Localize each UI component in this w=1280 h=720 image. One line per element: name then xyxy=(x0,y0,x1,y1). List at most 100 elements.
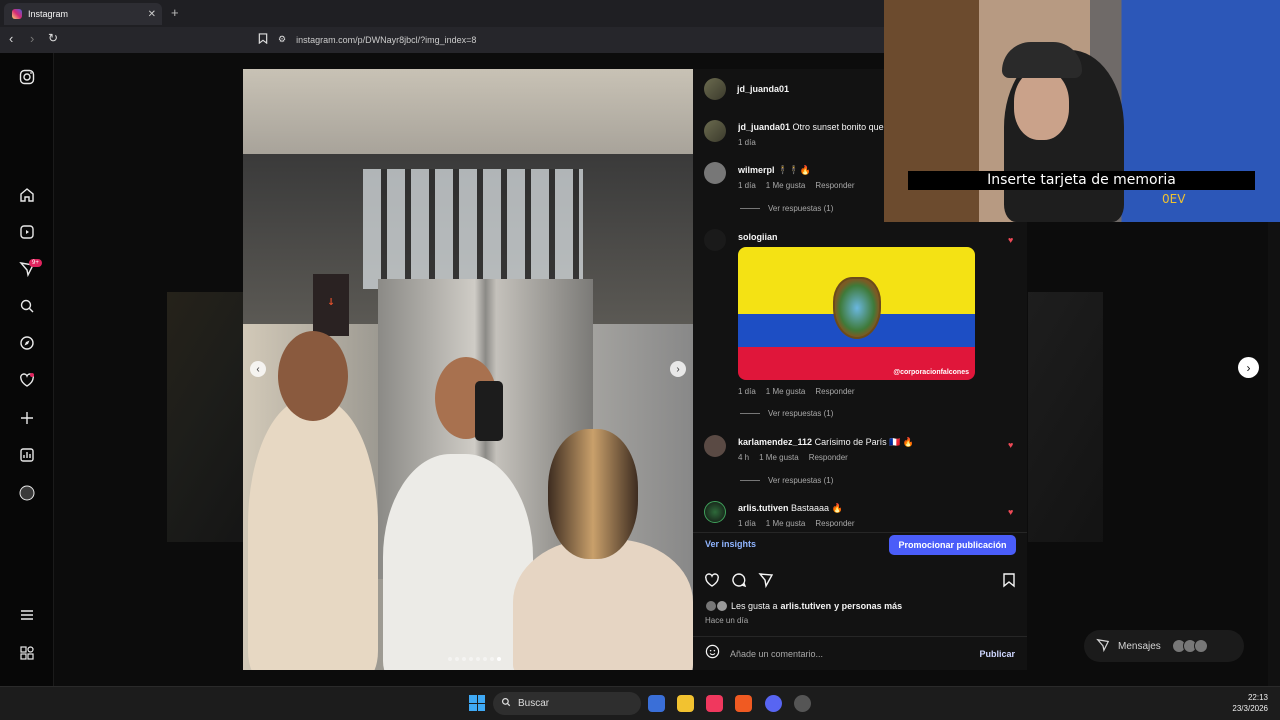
emoji-icon[interactable] xyxy=(705,644,720,664)
back-icon[interactable]: ‹ xyxy=(9,31,13,46)
app-icon[interactable] xyxy=(794,695,811,712)
comment-input[interactable]: Añade un comentario... xyxy=(730,649,823,659)
comment-meta: 1 día 1 Me gusta Responder xyxy=(738,387,855,396)
comment-time: 1 día xyxy=(738,519,756,527)
view-insights-link[interactable]: Ver insights xyxy=(705,539,756,549)
taskbar-search-label: Buscar xyxy=(518,698,550,709)
notifications-heart-icon[interactable] xyxy=(17,370,37,390)
comment-avatar[interactable] xyxy=(704,435,726,457)
menu-icon[interactable] xyxy=(17,605,37,625)
tab-close-icon[interactable]: ✕ xyxy=(148,9,156,20)
likes-suffix[interactable]: y personas más xyxy=(834,601,902,611)
next-post-arrow-icon[interactable]: › xyxy=(1238,357,1259,378)
messages-avatars xyxy=(1171,639,1208,653)
comment-likes[interactable]: 1 Me gusta xyxy=(766,519,806,527)
photo-person-right-head xyxy=(548,429,638,559)
comment-username[interactable]: arlis.tutiven xyxy=(738,503,789,513)
webcam-caption: Inserte tarjeta de memoria xyxy=(908,171,1255,190)
view-replies-button[interactable]: Ver respuestas (1) xyxy=(740,409,833,418)
like-heart-icon[interactable] xyxy=(704,572,722,590)
author-username[interactable]: jd_juanda01 xyxy=(737,84,789,94)
view-replies-button[interactable]: Ver respuestas (1) xyxy=(740,476,833,485)
caption-avatar[interactable] xyxy=(704,120,726,142)
comment-reply-button[interactable]: Responder xyxy=(815,519,854,527)
save-bookmark-icon[interactable] xyxy=(1001,572,1019,590)
forward-icon[interactable]: › xyxy=(30,31,34,46)
promote-post-button[interactable]: Promocionar publicación xyxy=(889,535,1016,555)
view-replies-label: Ver respuestas (1) xyxy=(768,476,834,485)
previous-post-preview[interactable] xyxy=(167,292,243,542)
taskbar-search[interactable]: Buscar xyxy=(493,692,641,715)
explore-icon[interactable] xyxy=(17,333,37,353)
comment-username[interactable]: wilmerpl xyxy=(738,165,775,175)
carousel-prev-icon[interactable]: ‹ xyxy=(250,361,266,377)
comment-bubble-icon[interactable] xyxy=(731,572,749,590)
browser-tab[interactable]: Instagram ✕ xyxy=(4,3,162,25)
home-icon[interactable] xyxy=(17,185,37,205)
site-info-icon[interactable]: ⚙ xyxy=(278,34,286,45)
comment-text: 🕴🕴🔥 xyxy=(777,165,811,175)
reload-icon[interactable]: ↻ xyxy=(48,31,58,45)
brave-browser-icon[interactable] xyxy=(735,695,752,712)
comment-reply-button[interactable]: Responder xyxy=(815,181,854,190)
comment-like-heart-icon[interactable]: ♥ xyxy=(1008,235,1013,245)
notification-badge: 9+ xyxy=(29,259,42,267)
comment-time: 1 día xyxy=(738,181,756,190)
discord-icon[interactable] xyxy=(765,695,782,712)
caption-meta: 1 día xyxy=(738,138,756,147)
search-icon[interactable] xyxy=(17,296,37,316)
panel-divider xyxy=(693,532,1027,533)
taskbar-clock[interactable]: 22:13 23/3/2026 xyxy=(1232,692,1268,714)
share-send-icon[interactable] xyxy=(758,572,776,590)
comment-likes[interactable]: 1 Me gusta xyxy=(766,181,806,190)
comment-username[interactable]: sologiian xyxy=(738,232,778,242)
reels-icon[interactable] xyxy=(17,222,37,242)
file-explorer-icon[interactable] xyxy=(677,695,694,712)
comment-image-ecuador-flag[interactable]: @corporacionfalcones xyxy=(738,247,975,380)
comment-likes[interactable]: 1 Me gusta xyxy=(759,453,799,462)
post-photo[interactable]: ↓ ‹ › xyxy=(243,69,693,670)
photo-person-right xyxy=(513,539,693,670)
store-icon[interactable] xyxy=(648,695,665,712)
likes-prefix: Les gusta a xyxy=(731,601,778,611)
messages-label: Mensajes xyxy=(1118,640,1161,652)
likes-user[interactable]: arlis.tutiven xyxy=(781,601,832,611)
comment: wilmerpl 🕴🕴🔥 xyxy=(738,165,811,176)
photo-person-left-head xyxy=(278,331,348,421)
comment-avatar[interactable] xyxy=(704,229,726,251)
comment-like-heart-icon[interactable]: ♥ xyxy=(1008,440,1013,450)
profile-avatar-icon[interactable] xyxy=(17,483,37,503)
create-icon[interactable] xyxy=(17,408,37,428)
caption-username[interactable]: jd_juanda01 xyxy=(738,122,790,132)
comment-input-bar[interactable]: Añade un comentario... Publicar xyxy=(693,636,1027,670)
more-apps-icon[interactable] xyxy=(17,643,37,663)
url-text: instagram.com/p/DWNayr8jbcl/?img_index=8 xyxy=(296,34,477,45)
new-tab-button[interactable]: + xyxy=(171,5,179,20)
bookmark-icon[interactable] xyxy=(258,33,268,46)
comment-like-heart-icon[interactable]: ♥ xyxy=(1008,507,1013,517)
messages-button[interactable]: Mensajes xyxy=(1084,630,1244,662)
likes-summary[interactable]: Les gusta a arlis.tutiven y personas más xyxy=(705,600,902,612)
comment-reply-button[interactable]: Responder xyxy=(809,453,848,462)
clock-date: 23/3/2026 xyxy=(1232,704,1268,713)
comment-avatar[interactable] xyxy=(704,501,726,523)
clock-time: 22:13 xyxy=(1247,693,1268,702)
comment-likes[interactable]: 1 Me gusta xyxy=(766,387,806,396)
comment-text: Bastaaaa 🔥 xyxy=(791,503,843,513)
view-replies-label: Ver respuestas (1) xyxy=(768,409,834,418)
dashboard-icon[interactable] xyxy=(17,445,37,465)
windows-start-icon[interactable] xyxy=(469,695,485,711)
instagram-favicon-icon xyxy=(12,9,22,19)
next-post-preview[interactable] xyxy=(1028,292,1103,542)
comment-avatar[interactable] xyxy=(704,162,726,184)
address-bar[interactable]: ⚙ instagram.com/p/DWNayr8jbcl/?img_index… xyxy=(258,30,878,49)
comment-reply-button[interactable]: Responder xyxy=(815,387,854,396)
view-replies-label: Ver respuestas (1) xyxy=(768,204,834,213)
view-replies-button[interactable]: Ver respuestas (1) xyxy=(740,204,833,213)
carousel-next-icon[interactable]: › xyxy=(670,361,686,377)
music-icon[interactable] xyxy=(706,695,723,712)
publish-button[interactable]: Publicar xyxy=(979,649,1015,659)
instagram-logo-icon[interactable] xyxy=(17,67,37,87)
author-avatar[interactable] xyxy=(704,78,726,100)
comment-username[interactable]: karlamendez_112 xyxy=(738,437,812,447)
